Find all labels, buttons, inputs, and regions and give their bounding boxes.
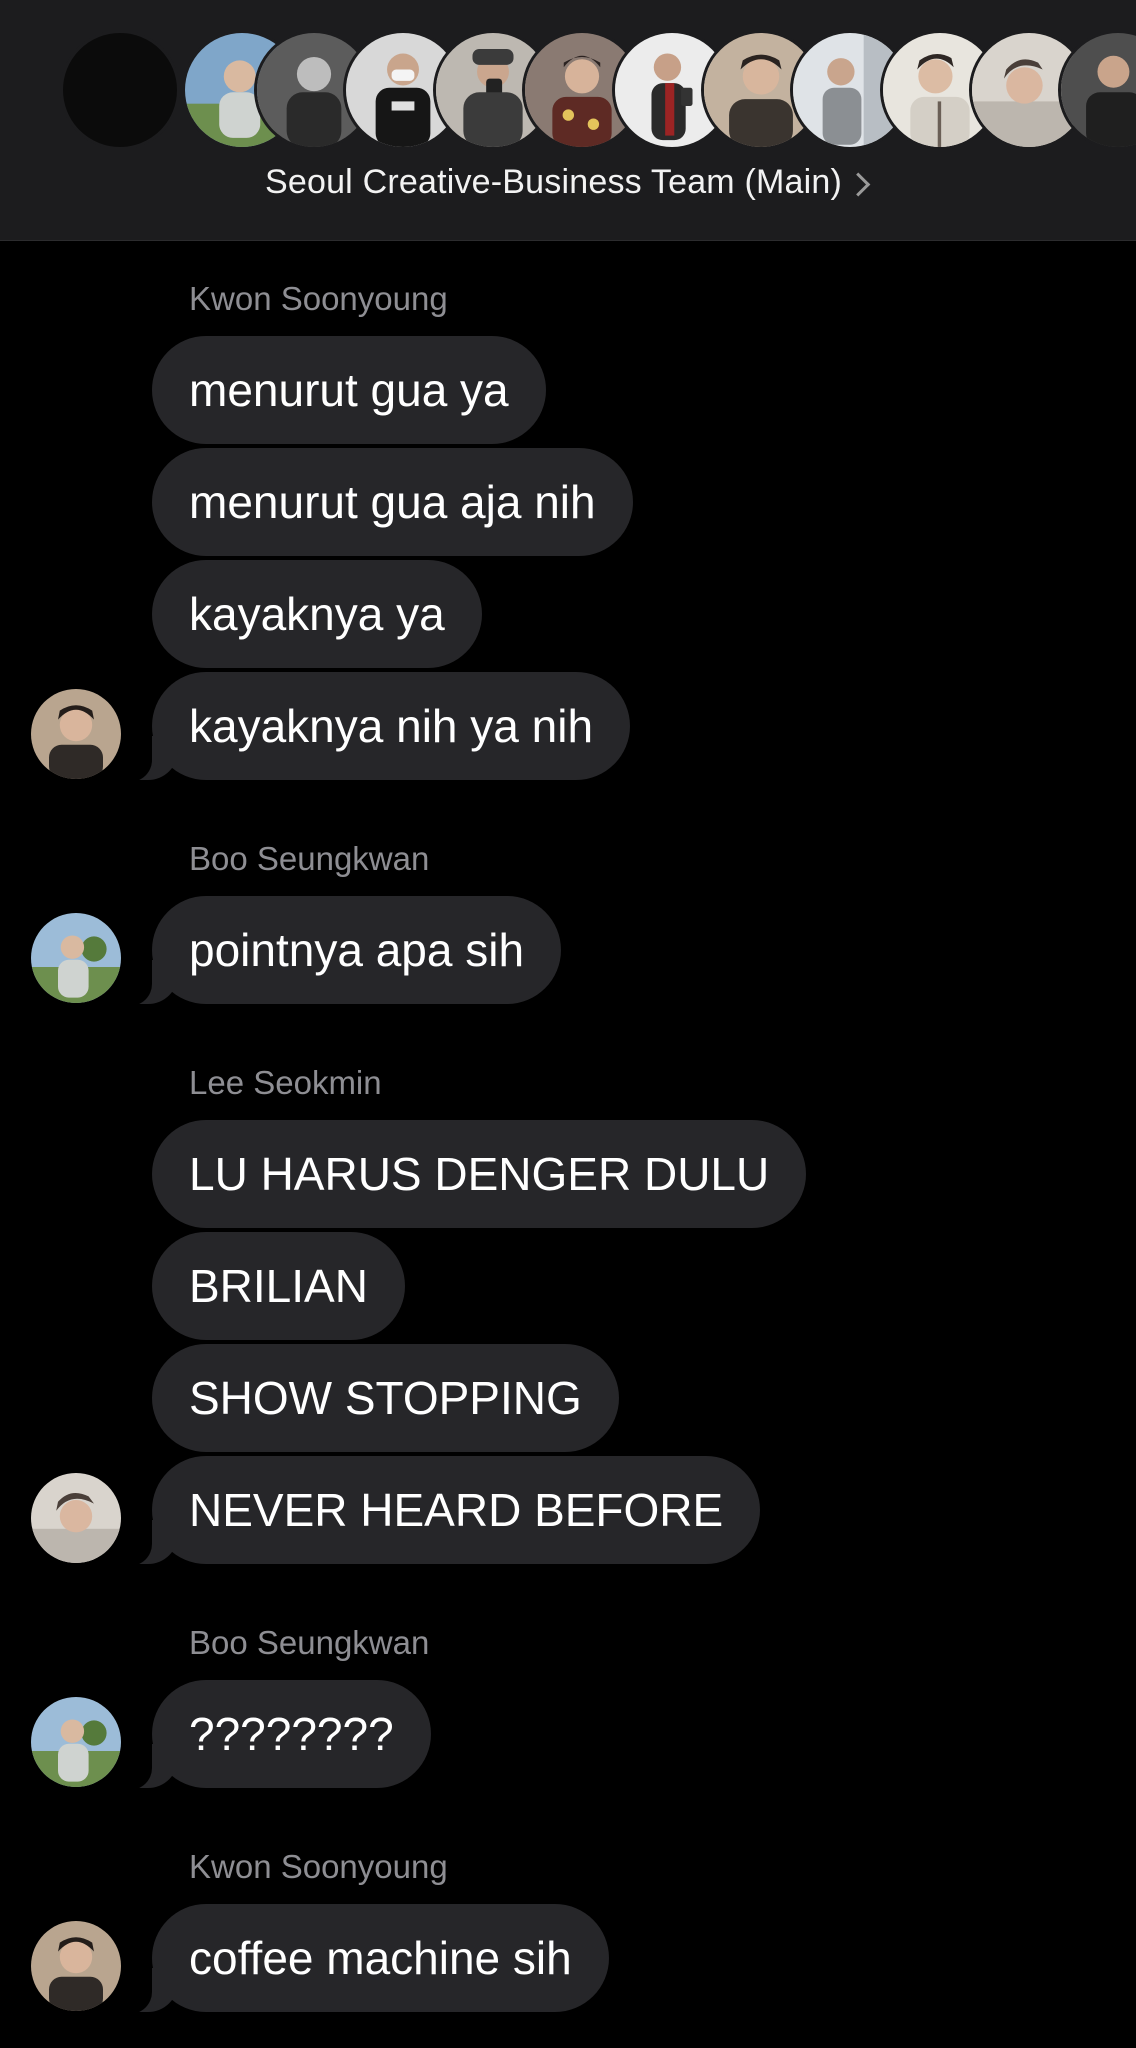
kwon-avatar[interactable] <box>31 689 121 779</box>
message-bubble[interactable]: menurut gua aja nih <box>152 448 633 556</box>
message-bubble[interactable]: pointnya apa sih <box>121 896 562 1006</box>
chevron-right-icon <box>846 172 871 197</box>
message-bubble[interactable]: NEVER HEARD BEFORE <box>121 1456 761 1566</box>
message-bubble[interactable]: BRILIAN <box>152 1232 405 1340</box>
group-member-avatars[interactable] <box>0 30 1136 152</box>
boo-avatar[interactable] <box>31 1697 121 1787</box>
boo-avatar[interactable] <box>31 913 121 1003</box>
group-title[interactable]: Seoul Creative-Business Team (Main) <box>265 163 842 201</box>
kwon-avatar[interactable] <box>31 1921 121 2011</box>
sender-name: Lee Seokmin <box>189 1064 382 1101</box>
group-avatar-placeholder[interactable] <box>60 30 180 150</box>
message-bubble[interactable]: ???????? <box>122 1680 431 1790</box>
message-bubble[interactable]: LU HARUS DENGER DULU <box>152 1120 807 1228</box>
message-bubble[interactable]: kayaknya ya <box>152 560 482 668</box>
sender-name: Boo Seungkwan <box>189 1624 430 1661</box>
sender-name: Kwon Soonyoung <box>189 1848 448 1885</box>
message-bubble[interactable]: SHOW STOPPING <box>152 1344 619 1452</box>
message-bubble[interactable]: kayaknya nih ya nih <box>121 672 631 782</box>
message-bubble[interactable]: menurut gua ya <box>152 336 546 444</box>
group-header: Seoul Creative-Business Team (Main) <box>0 0 1136 241</box>
sender-name: Kwon Soonyoung <box>189 280 448 317</box>
group-name-button[interactable]: Seoul Creative-Business Team (Main) <box>0 163 1136 202</box>
sender-name: Boo Seungkwan <box>189 840 430 877</box>
lee-avatar[interactable] <box>31 1473 121 1563</box>
message-bubble[interactable]: coffee machine sih <box>122 1904 609 2014</box>
